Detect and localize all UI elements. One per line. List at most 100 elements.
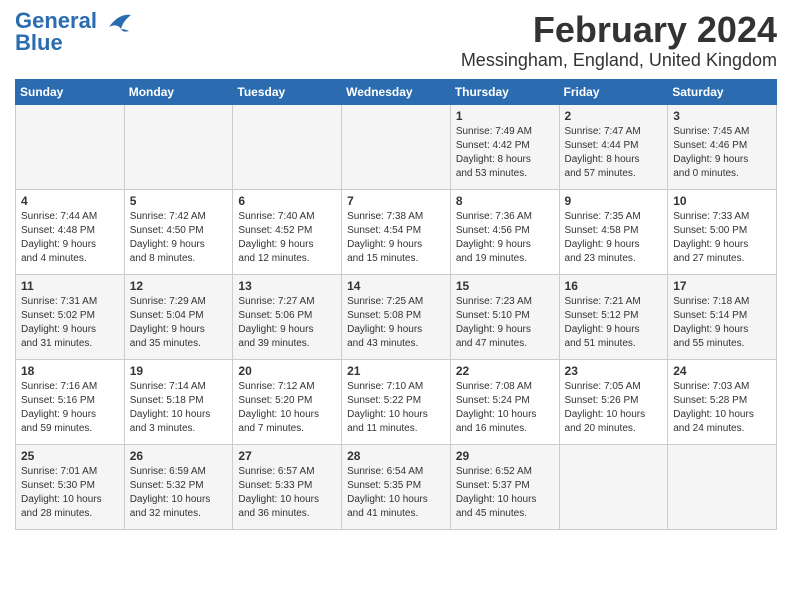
calendar-day-header: Sunday <box>16 79 125 104</box>
cell-info-line: Sunrise: 7:31 AM <box>21 296 97 307</box>
cell-info-line: and 45 minutes. <box>456 508 527 519</box>
cell-info-line: and 16 minutes. <box>456 423 527 434</box>
cell-info-line: Daylight: 9 hours <box>347 239 422 250</box>
calendar-cell <box>342 104 451 189</box>
cell-info-line: Sunset: 5:30 PM <box>21 480 95 491</box>
cell-info-line: Sunrise: 7:12 AM <box>238 381 314 392</box>
cell-info-line: Sunset: 4:56 PM <box>456 225 530 236</box>
day-number: 16 <box>565 279 663 293</box>
day-number: 11 <box>21 279 119 293</box>
calendar-cell <box>16 104 125 189</box>
calendar-cell: 27Sunrise: 6:57 AMSunset: 5:33 PMDayligh… <box>233 444 342 529</box>
cell-daylight-info: Sunrise: 7:03 AMSunset: 5:28 PMDaylight:… <box>673 380 771 436</box>
cell-info-line: and 59 minutes. <box>21 423 92 434</box>
cell-daylight-info: Sunrise: 7:49 AMSunset: 4:42 PMDaylight:… <box>456 125 554 181</box>
cell-info-line: Sunset: 5:28 PM <box>673 395 747 406</box>
cell-info-line: Sunset: 5:20 PM <box>238 395 312 406</box>
cell-info-line: Sunrise: 6:52 AM <box>456 466 532 477</box>
cell-info-line: Daylight: 10 hours <box>130 494 211 505</box>
calendar-cell: 11 Sunrise: 7:31 AMSunset: 5:02 PMDayligh… <box>16 274 125 359</box>
day-number: 28 <box>347 449 445 463</box>
cell-info-line: Sunset: 5:18 PM <box>130 395 204 406</box>
cell-daylight-info: Sunrise: 7:29 AMSunset: 5:04 PMDaylight:… <box>130 295 228 351</box>
calendar-day-header: Wednesday <box>342 79 451 104</box>
cell-info-line: and 53 minutes. <box>456 168 527 179</box>
cell-daylight-info: Sunrise: 7:14 AMSunset: 5:18 PMDaylight:… <box>130 380 228 436</box>
cell-info-line: Sunset: 5:26 PM <box>565 395 639 406</box>
cell-info-line: Sunrise: 7:38 AM <box>347 211 423 222</box>
cell-info-line: and 19 minutes. <box>456 253 527 264</box>
calendar-cell <box>668 444 777 529</box>
cell-daylight-info: Sunrise: 7:36 AMSunset: 4:56 PMDaylight:… <box>456 210 554 266</box>
cell-info-line: and 7 minutes. <box>238 423 304 434</box>
cell-daylight-info: Sunrise: 7:25 AMSunset: 5:08 PMDaylight:… <box>347 295 445 351</box>
day-number: 26 <box>130 449 228 463</box>
day-number: 23 <box>565 364 663 378</box>
cell-daylight-info: Sunrise: 7:18 AMSunset: 5:14 PMDaylight:… <box>673 295 771 351</box>
cell-info-line: Daylight: 9 hours <box>673 324 748 335</box>
calendar-cell: 6Sunrise: 7:40 AMSunset: 4:52 PMDaylight… <box>233 189 342 274</box>
day-number: 19 <box>130 364 228 378</box>
calendar-cell: 12 Sunrise: 7:29 AMSunset: 5:04 PMDayligh… <box>124 274 233 359</box>
cell-info-line: Daylight: 10 hours <box>21 494 102 505</box>
cell-info-line: Sunset: 5:35 PM <box>347 480 421 491</box>
cell-info-line: Daylight: 9 hours <box>347 324 422 335</box>
cell-info-line: Sunset: 4:50 PM <box>130 225 204 236</box>
calendar-cell: 4Sunrise: 7:44 AMSunset: 4:48 PMDaylight… <box>16 189 125 274</box>
cell-info-line: Sunset: 4:48 PM <box>21 225 95 236</box>
cell-info-line: Sunrise: 7:36 AM <box>456 211 532 222</box>
calendar-cell: 19 Sunrise: 7:14 AMSunset: 5:18 PMDayligh… <box>124 359 233 444</box>
cell-info-line: Sunrise: 7:08 AM <box>456 381 532 392</box>
cell-info-line: Sunset: 4:58 PM <box>565 225 639 236</box>
cell-info-line: Daylight: 9 hours <box>673 239 748 250</box>
cell-info-line: Daylight: 9 hours <box>21 324 96 335</box>
cell-info-line: Daylight: 9 hours <box>238 239 313 250</box>
cell-info-line: and 43 minutes. <box>347 338 418 349</box>
calendar-cell: 14Sunrise: 7:25 AMSunset: 5:08 PMDayligh… <box>342 274 451 359</box>
cell-info-line: Sunrise: 7:21 AM <box>565 296 641 307</box>
cell-daylight-info: Sunrise: 7:21 AMSunset: 5:12 PMDaylight:… <box>565 295 663 351</box>
day-number: 12 <box>130 279 228 293</box>
cell-info-line: Sunset: 5:10 PM <box>456 310 530 321</box>
page-header: General Blue February 2024 Messingham, E… <box>15 10 777 71</box>
cell-info-line: Sunrise: 7:18 AM <box>673 296 749 307</box>
cell-info-line: Sunset: 4:54 PM <box>347 225 421 236</box>
calendar-cell: 7 Sunrise: 7:38 AM Sunset: 4:54 PM Daylight… <box>342 189 451 274</box>
cell-info-line: Daylight: 10 hours <box>347 494 428 505</box>
cell-info-line: Daylight: 9 hours <box>21 409 96 420</box>
calendar-cell <box>233 104 342 189</box>
cell-info-line: Sunrise: 6:57 AM <box>238 466 314 477</box>
day-number: 7 <box>347 194 445 208</box>
cell-info-line: Daylight: 9 hours <box>238 324 313 335</box>
cell-info-line: and 27 minutes. <box>673 253 744 264</box>
cell-info-line: Sunset: 5:16 PM <box>21 395 95 406</box>
calendar-day-header: Monday <box>124 79 233 104</box>
cell-info-line: and 15 minutes. <box>347 253 418 264</box>
cell-info-line: Daylight: 10 hours <box>130 409 211 420</box>
cell-info-line: Sunrise: 7:49 AM <box>456 126 532 137</box>
cell-info-line: Daylight: 10 hours <box>347 409 428 420</box>
cell-info-line: Sunset: 5:22 PM <box>347 395 421 406</box>
cell-info-line: Daylight: 8 hours <box>565 154 640 165</box>
cell-daylight-info: Sunrise: 6:52 AMSunset: 5:37 PMDaylight:… <box>456 465 554 521</box>
cell-daylight-info: Sunrise: 7:38 AM Sunset: 4:54 PM Daylight:… <box>347 210 445 266</box>
cell-info-line: Sunset: 5:24 PM <box>456 395 530 406</box>
cell-info-line: Sunset: 4:44 PM <box>565 140 639 151</box>
calendar-cell: 17Sunrise: 7:18 AMSunset: 5:14 PMDayligh… <box>668 274 777 359</box>
cell-info-line: and 20 minutes. <box>565 423 636 434</box>
cell-info-line: Sunrise: 7:47 AM <box>565 126 641 137</box>
cell-info-line: and 31 minutes. <box>21 338 92 349</box>
calendar-day-header: Friday <box>559 79 668 104</box>
calendar-week-row: 11 Sunrise: 7:31 AMSunset: 5:02 PMDayligh… <box>16 274 777 359</box>
cell-info-line: Daylight: 10 hours <box>456 409 537 420</box>
calendar-cell: 28 Sunrise: 6:54 AMSunset: 5:35 PMDayligh… <box>342 444 451 529</box>
calendar-week-row: 1Sunrise: 7:49 AMSunset: 4:42 PMDaylight… <box>16 104 777 189</box>
calendar-day-header: Thursday <box>450 79 559 104</box>
cell-info-line: Sunset: 5:06 PM <box>238 310 312 321</box>
cell-info-line: Sunrise: 7:29 AM <box>130 296 206 307</box>
cell-daylight-info: Sunrise: 7:31 AMSunset: 5:02 PMDaylight:… <box>21 295 119 351</box>
cell-info-line: Sunset: 5:37 PM <box>456 480 530 491</box>
cell-daylight-info: Sunrise: 6:54 AMSunset: 5:35 PMDaylight:… <box>347 465 445 521</box>
day-number: 9 <box>565 194 663 208</box>
day-number: 8 <box>456 194 554 208</box>
